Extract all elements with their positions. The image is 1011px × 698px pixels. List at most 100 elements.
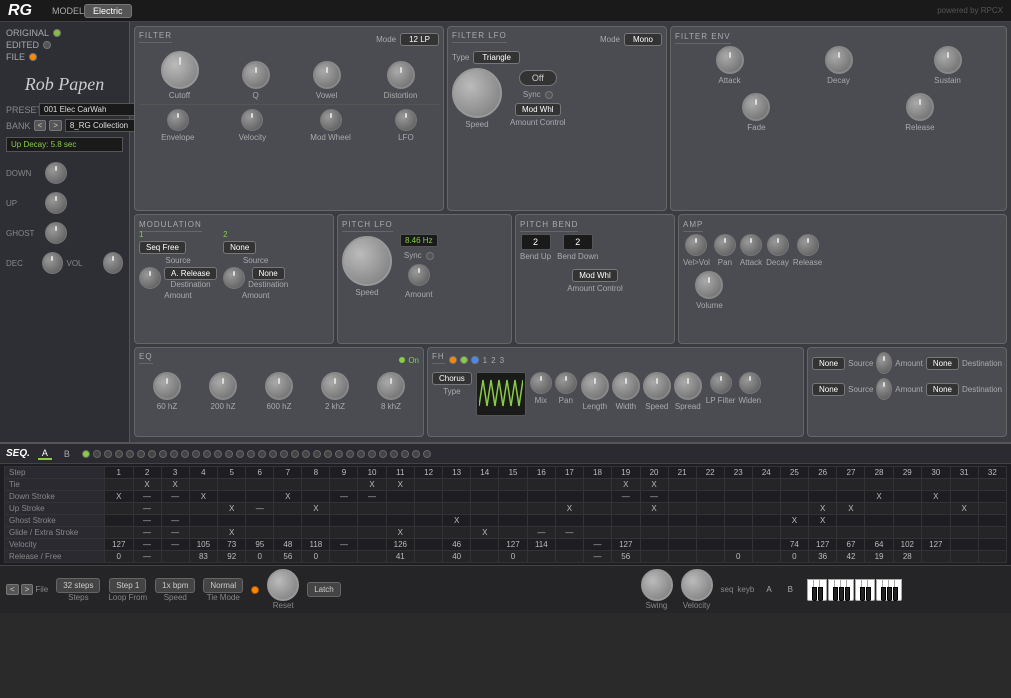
- black-key[interactable]: [812, 587, 817, 601]
- seq-cell-r5-c10[interactable]: X: [386, 527, 415, 539]
- seq-cell-r3-c21[interactable]: [696, 503, 724, 515]
- seq-cell-r0-c17[interactable]: 18: [583, 467, 611, 479]
- seq-cell-r1-c1[interactable]: X: [133, 479, 161, 491]
- seq-cell-r2-c22[interactable]: [724, 491, 752, 503]
- seq-dot-9[interactable]: [170, 450, 178, 458]
- seq-cell-r5-c18[interactable]: [611, 527, 640, 539]
- seq-dot-19[interactable]: [280, 450, 288, 458]
- seq-cell-r4-c21[interactable]: [696, 515, 724, 527]
- seq-cell-r4-c8[interactable]: [330, 515, 358, 527]
- seq-cell-r7-c26[interactable]: 42: [837, 551, 865, 563]
- seq-cell-r0-c23[interactable]: 24: [752, 467, 780, 479]
- seq-cell-r1-c18[interactable]: X: [611, 479, 640, 491]
- seq-cell-r5-c25[interactable]: [808, 527, 837, 539]
- seq-cell-r1-c19[interactable]: X: [640, 479, 668, 491]
- seq-cell-r7-c2[interactable]: [161, 551, 189, 563]
- seq-dot-26[interactable]: [357, 450, 365, 458]
- seq-cell-r5-c6[interactable]: [274, 527, 302, 539]
- fh-type-button[interactable]: Chorus: [432, 372, 472, 385]
- seq-cell-r1-c26[interactable]: [837, 479, 865, 491]
- seq-cell-r6-c31[interactable]: [978, 539, 1006, 551]
- filter-lfo-knob[interactable]: [395, 109, 417, 131]
- amp-pan-knob[interactable]: [714, 234, 736, 256]
- seq-cell-r6-c6[interactable]: 48: [274, 539, 302, 551]
- seq-cell-r6-c17[interactable]: —: [583, 539, 611, 551]
- fh-pan-knob[interactable]: [555, 372, 577, 394]
- seq-dot-1[interactable]: [82, 450, 90, 458]
- seq-cell-r7-c8[interactable]: [330, 551, 358, 563]
- seq-cell-r7-c15[interactable]: [527, 551, 555, 563]
- seq-dot-14[interactable]: [225, 450, 233, 458]
- seq-dot-24[interactable]: [335, 450, 343, 458]
- seq-dot-22[interactable]: [313, 450, 321, 458]
- plfo-amount-knob[interactable]: [408, 264, 430, 286]
- seq-cell-r4-c13[interactable]: [471, 515, 499, 527]
- seq-cell-r0-c9[interactable]: 10: [358, 467, 386, 479]
- seq-cell-r4-c18[interactable]: [611, 515, 640, 527]
- filter-envelope-knob[interactable]: [167, 109, 189, 131]
- fh-spread-knob[interactable]: [674, 372, 702, 400]
- seq-cell-r6-c0[interactable]: 127: [104, 539, 133, 551]
- black-key[interactable]: [833, 587, 838, 601]
- seq-cell-r7-c22[interactable]: 0: [724, 551, 752, 563]
- seq-cell-r0-c22[interactable]: 23: [724, 467, 752, 479]
- seq-cell-r1-c27[interactable]: [865, 479, 893, 491]
- moddest-amount2-knob[interactable]: [876, 378, 892, 400]
- seq-cell-r0-c14[interactable]: 15: [499, 467, 528, 479]
- seq-cell-r2-c21[interactable]: [696, 491, 724, 503]
- seq-cell-r6-c29[interactable]: 127: [922, 539, 951, 551]
- filter-mode-button[interactable]: 12 LP: [400, 33, 439, 46]
- seq-cell-r3-c22[interactable]: [724, 503, 752, 515]
- seq-cell-r6-c16[interactable]: [555, 539, 583, 551]
- flfo-mode-button[interactable]: Mono: [624, 33, 662, 46]
- seq-cell-r1-c2[interactable]: X: [161, 479, 189, 491]
- fenv-decay-knob[interactable]: [825, 46, 853, 74]
- seq-cell-r7-c27[interactable]: 19: [865, 551, 893, 563]
- eq-band3-knob[interactable]: [265, 372, 293, 400]
- seq-cell-r5-c26[interactable]: [837, 527, 865, 539]
- seq-cell-r4-c19[interactable]: [640, 515, 668, 527]
- seq-cell-r1-c22[interactable]: [724, 479, 752, 491]
- seq-cell-r4-c25[interactable]: X: [808, 515, 837, 527]
- seq-cell-r7-c17[interactable]: —: [583, 551, 611, 563]
- seq-cell-r2-c2[interactable]: —: [161, 491, 189, 503]
- seq-cell-r5-c14[interactable]: [499, 527, 528, 539]
- seq-cell-r1-c20[interactable]: [668, 479, 696, 491]
- seq-dot-27[interactable]: [368, 450, 376, 458]
- seq-cell-r0-c5[interactable]: 6: [246, 467, 274, 479]
- seq-cell-r5-c22[interactable]: [724, 527, 752, 539]
- seq-cell-r6-c4[interactable]: 73: [218, 539, 246, 551]
- seq-cell-r6-c19[interactable]: [640, 539, 668, 551]
- down-knob[interactable]: [45, 162, 67, 184]
- amp-decay-knob[interactable]: [767, 234, 789, 256]
- seq-cell-r4-c20[interactable]: [668, 515, 696, 527]
- pitch-bend-mod-whl-button[interactable]: Mod Whl: [572, 269, 618, 282]
- moddest-dest1-button[interactable]: None: [926, 357, 959, 370]
- seq-dot-12[interactable]: [203, 450, 211, 458]
- seq-cell-r2-c16[interactable]: [555, 491, 583, 503]
- seq-cell-r1-c17[interactable]: [583, 479, 611, 491]
- seq-dot-13[interactable]: [214, 450, 222, 458]
- swing-knob[interactable]: [641, 569, 673, 601]
- tie-mode-button[interactable]: Normal: [203, 578, 243, 593]
- seq-cell-r4-c2[interactable]: —: [161, 515, 189, 527]
- fh-widen-knob[interactable]: [739, 372, 761, 394]
- seq-cell-r7-c14[interactable]: 0: [499, 551, 528, 563]
- steps-button[interactable]: 32 steps: [56, 578, 100, 593]
- seq-cell-r1-c5[interactable]: [246, 479, 274, 491]
- seq-cell-r0-c19[interactable]: 20: [640, 467, 668, 479]
- filter-velocity-knob[interactable]: [241, 109, 263, 131]
- seq-cell-r1-c28[interactable]: [893, 479, 922, 491]
- seq-cell-r7-c31[interactable]: [978, 551, 1006, 563]
- seq-cell-r0-c16[interactable]: 17: [555, 467, 583, 479]
- seq-dot-2[interactable]: [93, 450, 101, 458]
- fenv-release-knob[interactable]: [906, 93, 934, 121]
- seq-cell-r7-c11[interactable]: [415, 551, 443, 563]
- seq-cell-r5-c9[interactable]: [358, 527, 386, 539]
- seq-cell-r3-c8[interactable]: [330, 503, 358, 515]
- seq-cell-r1-c6[interactable]: [274, 479, 302, 491]
- black-key[interactable]: [866, 587, 871, 601]
- seq-cell-r7-c9[interactable]: [358, 551, 386, 563]
- seq-cell-r6-c10[interactable]: 126: [386, 539, 415, 551]
- seq-cell-r3-c26[interactable]: X: [837, 503, 865, 515]
